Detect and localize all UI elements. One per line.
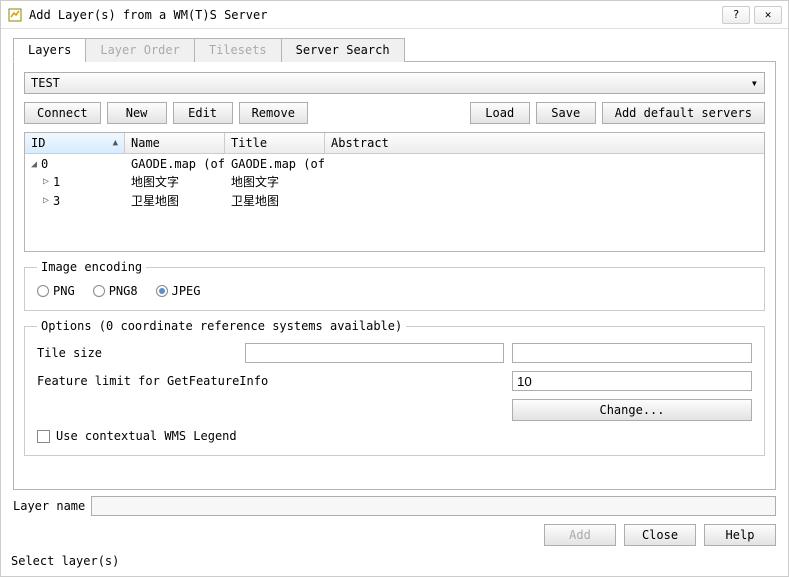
table-body: ◢0 GAODE.map (of… GAODE.map (of… ▷1 地图文字… [25, 154, 764, 212]
dialog-button-row: Add Close Help [13, 524, 776, 546]
options-group: Options (0 coordinate reference systems … [24, 319, 765, 456]
image-encoding-group: Image encoding PNG PNG8 JPEG [24, 260, 765, 311]
layer-name-label: Layer name [13, 499, 85, 513]
table-row[interactable]: ◢0 GAODE.map (of… GAODE.map (of… [25, 156, 764, 172]
layer-name-row: Layer name [13, 496, 776, 516]
connect-button[interactable]: Connect [24, 102, 101, 124]
save-button[interactable]: Save [536, 102, 596, 124]
close-button[interactable]: Close [624, 524, 696, 546]
sort-asc-icon: ▲ [113, 138, 118, 148]
edit-button[interactable]: Edit [173, 102, 233, 124]
window-title: Add Layer(s) from a WM(T)S Server [29, 8, 718, 22]
title-bar: Add Layer(s) from a WM(T)S Server ? ✕ [1, 1, 788, 29]
checkbox-icon [37, 430, 50, 443]
options-legend: Options (0 coordinate reference systems … [37, 319, 406, 333]
tree-expand-closed-icon[interactable]: ▷ [43, 176, 53, 187]
table-header: ID ▲ Name Title Abstract [25, 133, 764, 154]
close-title-button[interactable]: ✕ [754, 6, 782, 24]
radio-png[interactable]: PNG [37, 284, 75, 298]
tab-strip: Layers Layer Order Tilesets Server Searc… [13, 37, 776, 62]
tab-tilesets[interactable]: Tilesets [194, 38, 282, 62]
image-encoding-legend: Image encoding [37, 260, 146, 274]
help-title-button[interactable]: ? [722, 6, 750, 24]
change-button[interactable]: Change... [512, 399, 752, 421]
radio-jpeg[interactable]: JPEG [156, 284, 201, 298]
help-button[interactable]: Help [704, 524, 776, 546]
tile-size-label: Tile size [37, 346, 237, 360]
tree-expand-open-icon[interactable]: ◢ [31, 159, 41, 170]
tree-expand-closed-icon[interactable]: ▷ [43, 195, 53, 206]
tile-size-input-a[interactable] [245, 343, 504, 363]
status-bar: Select layer(s) [1, 550, 788, 576]
tab-server-search[interactable]: Server Search [281, 38, 405, 62]
radio-icon [93, 285, 105, 297]
chevron-down-icon: ▾ [751, 76, 758, 90]
status-text: Select layer(s) [11, 554, 119, 568]
radio-png8[interactable]: PNG8 [93, 284, 138, 298]
radio-icon [37, 285, 49, 297]
table-row[interactable]: ▷1 地图文字 地图文字 [25, 172, 764, 191]
col-title[interactable]: Title [225, 133, 325, 153]
tab-body: TEST ▾ Connect New Edit Remove Load Save… [13, 62, 776, 490]
tile-size-input-b[interactable] [512, 343, 752, 363]
load-button[interactable]: Load [470, 102, 530, 124]
radio-icon [156, 285, 168, 297]
new-button[interactable]: New [107, 102, 167, 124]
server-button-row: Connect New Edit Remove Load Save Add de… [24, 102, 765, 124]
table-row[interactable]: ▷3 卫星地图 卫星地图 [25, 191, 764, 210]
window: Add Layer(s) from a WM(T)S Server ? ✕ La… [0, 0, 789, 577]
content: Layers Layer Order Tilesets Server Searc… [1, 29, 788, 550]
tab-layers[interactable]: Layers [13, 38, 86, 62]
feature-limit-label: Feature limit for GetFeatureInfo [37, 374, 504, 388]
use-contextual-checkbox[interactable]: Use contextual WMS Legend [37, 429, 752, 443]
col-id[interactable]: ID ▲ [25, 133, 125, 153]
remove-button[interactable]: Remove [239, 102, 308, 124]
layer-name-input[interactable] [91, 496, 776, 516]
add-button[interactable]: Add [544, 524, 616, 546]
add-default-servers-button[interactable]: Add default servers [602, 102, 765, 124]
tab-layer-order[interactable]: Layer Order [85, 38, 194, 62]
app-icon [7, 7, 23, 23]
col-name[interactable]: Name [125, 133, 225, 153]
layers-table: ID ▲ Name Title Abstract ◢0 GAODE.map (o… [24, 132, 765, 252]
col-abstract[interactable]: Abstract [325, 133, 764, 153]
feature-limit-input[interactable] [512, 371, 752, 391]
server-dropdown[interactable]: TEST ▾ [24, 72, 765, 94]
server-dropdown-value: TEST [31, 76, 60, 90]
spacer [314, 102, 464, 124]
